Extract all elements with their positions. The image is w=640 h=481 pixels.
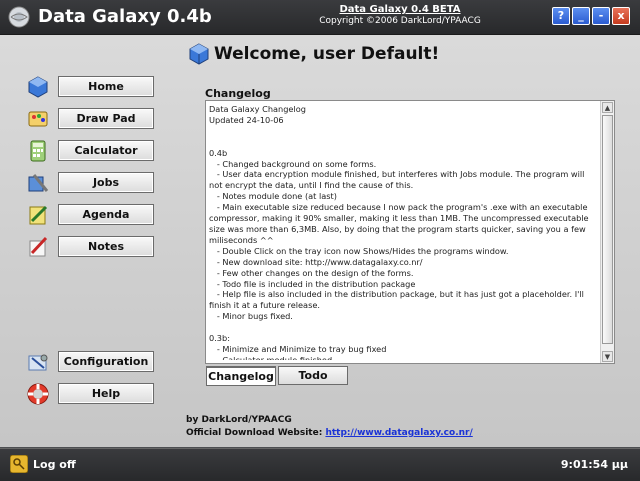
scroll-up-arrow-icon[interactable]: ▲ (602, 102, 613, 113)
notes-button[interactable]: Notes (58, 236, 154, 257)
changelog-line: - Notes module done (at last) (209, 191, 337, 202)
author-credit: by DarkLord/YPAACG (186, 415, 292, 425)
nav-item-calculator: Calculator (26, 139, 166, 163)
welcome-heading: Welcome, user Default! (214, 44, 440, 64)
nav-item-notes: Notes (26, 235, 166, 259)
changelog-line (209, 126, 599, 137)
changelog-line: Data Galaxy Changelog (209, 104, 306, 114)
paint-palette-icon (28, 111, 48, 127)
minimize-to-tray-button[interactable]: - (592, 7, 610, 25)
log-off-button[interactable]: Log off (33, 458, 76, 471)
agenda-book-icon (29, 205, 48, 225)
nav-item-draw-pad: Draw Pad (26, 107, 166, 131)
draw-pad-button[interactable]: Draw Pad (58, 108, 154, 129)
download-label: Official Download Website: (186, 428, 323, 438)
changelog-label: Changelog (205, 87, 271, 100)
key-icon[interactable] (10, 455, 28, 473)
user-cube-icon (189, 43, 209, 65)
galaxy-globe-icon (8, 6, 30, 28)
scroll-down-arrow-icon[interactable]: ▼ (602, 351, 613, 362)
changelog-line: - User data encryption module finished, … (209, 169, 588, 191)
changelog-line: 0.3b: (209, 333, 230, 344)
changelog-line (209, 322, 599, 333)
version-info: Data Galaxy 0.4 BETA Copyright ©2006 Dar… (318, 4, 482, 26)
changelog-line: - Calculator module finished (209, 354, 333, 360)
help-window-button[interactable]: ? (552, 7, 570, 25)
changelog-line: - Double Click on the tray icon now Show… (209, 245, 509, 256)
nav-item-home: Home (26, 75, 166, 99)
tools-icon (28, 174, 49, 192)
credits: by DarkLord/YPAACG Official Download Web… (186, 414, 473, 440)
nav-item-configuration: Configuration (26, 350, 166, 374)
window-controls: ? _ - x (552, 7, 630, 25)
changelog-line: Updated 24-10-06 (209, 114, 284, 125)
clock: 9:01:54 μμ (560, 458, 628, 471)
home-cube-icon (28, 76, 48, 98)
download-link[interactable]: http://www.datagalaxy.co.nr/ (325, 428, 472, 438)
beta-title: Data Galaxy 0.4 BETA (339, 4, 461, 15)
help-button[interactable]: Help (58, 383, 154, 404)
changelog-text: Data Galaxy Changelog Updated 24-10-06 0.… (209, 104, 599, 360)
changelog-line: - Minor bugs fixed. (209, 311, 293, 322)
agenda-button[interactable]: Agenda (58, 204, 154, 225)
changelog-line: - Help file is also included in the dist… (209, 289, 587, 311)
close-button[interactable]: x (612, 7, 630, 25)
changelog-line: - Main executable size reduced because I… (209, 202, 592, 245)
changelog-line (209, 137, 599, 148)
nav-item-agenda: Agenda (26, 203, 166, 227)
minimize-button[interactable]: _ (572, 7, 590, 25)
scroll-thumb[interactable] (602, 115, 613, 344)
tab-changelog[interactable]: Changelog (206, 366, 276, 386)
changelog-line: - Few other changes on the design of the… (209, 267, 414, 278)
lifebuoy-icon (27, 383, 49, 405)
changelog-line: - Todo file is included in the distribut… (209, 278, 416, 289)
app-title: Data Galaxy 0.4b (38, 6, 212, 27)
title-bar: Data Galaxy 0.4b Data Galaxy 0.4 BETA Co… (0, 0, 640, 35)
nav-item-jobs: Jobs (26, 171, 166, 195)
changelog-line: 0.4b (209, 147, 228, 158)
changelog-line: - Changed background on some forms. (209, 158, 377, 169)
configuration-tools-icon (28, 354, 48, 371)
nav-item-help: Help (26, 382, 166, 406)
notes-pencil-icon (29, 236, 48, 257)
configuration-button[interactable]: Configuration (58, 351, 154, 372)
changelog-line: - Minimize and Minimize to tray bug fixe… (209, 343, 387, 354)
changelog-scrollbar[interactable]: ▲ ▼ (600, 101, 614, 363)
changelog-line: - New download site: http://www.datagala… (209, 256, 423, 267)
jobs-button[interactable]: Jobs (58, 172, 154, 193)
copyright: Copyright ©2006 DarkLord/YPAACG (319, 16, 481, 26)
download-line: Official Download Website: http://www.da… (186, 427, 473, 440)
tab-todo[interactable]: Todo (278, 366, 348, 385)
changelog-textbox[interactable]: Data Galaxy Changelog Updated 24-10-06 0.… (205, 100, 615, 364)
content-area: Welcome, user Default! Home Draw Pad Cal… (0, 35, 640, 447)
calculator-icon (30, 140, 46, 162)
home-button[interactable]: Home (58, 76, 154, 97)
calculator-button[interactable]: Calculator (58, 140, 154, 161)
status-bar: Log off 9:01:54 μμ (0, 448, 640, 481)
